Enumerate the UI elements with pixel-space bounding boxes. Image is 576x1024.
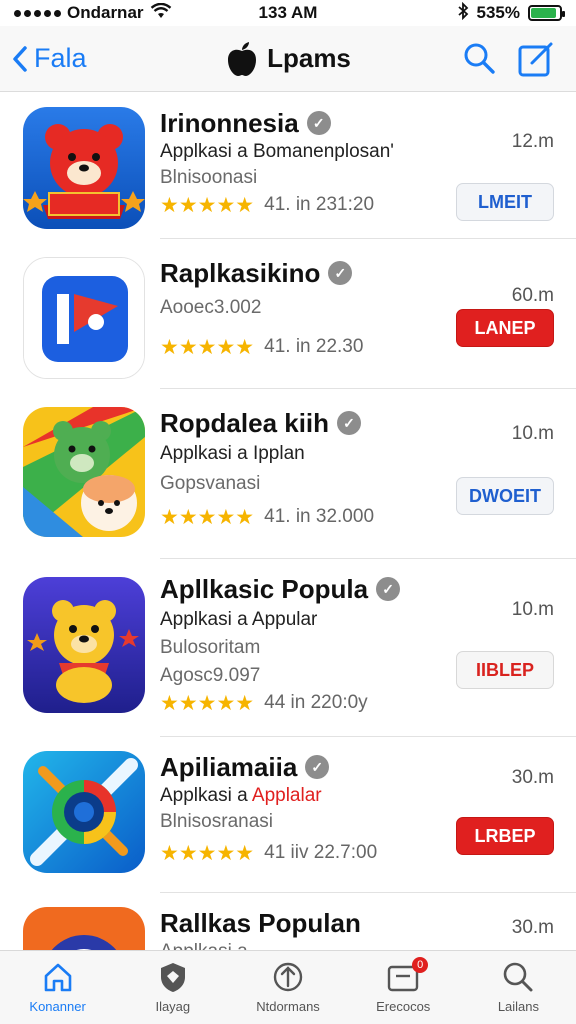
get-button[interactable]: IIBLEP bbox=[456, 651, 554, 689]
back-label: Fala bbox=[34, 43, 87, 73]
rating-text: 41. in 231:20 bbox=[264, 194, 375, 215]
search-icon[interactable] bbox=[462, 41, 496, 77]
app-name: Apllkasic Popula bbox=[160, 573, 369, 604]
app-icon-yellow-bear bbox=[23, 577, 145, 713]
list-item[interactable]: Irinonnesia ✓ Applkasi a Bomanenplosan' B… bbox=[0, 93, 576, 239]
rating-stars-icon: ★★★★★ bbox=[160, 335, 255, 359]
get-button[interactable]: LMEIT bbox=[456, 183, 554, 221]
get-button[interactable]: LRBEP bbox=[456, 817, 554, 855]
app-subtitle: Applkasi a Applalar bbox=[160, 783, 552, 809]
apple-logo-icon bbox=[228, 41, 257, 76]
tab-bar: Konanner Ilayag Ntdormans 0 Erecocos Lai… bbox=[0, 950, 576, 1024]
tab-label: Lailans bbox=[497, 999, 540, 1014]
list-item[interactable]: Apllkasic Popula ✓ Applkasi a Appular Bul… bbox=[0, 559, 576, 737]
app-icon-target bbox=[23, 907, 145, 950]
app-icon-play-flag bbox=[23, 257, 145, 379]
app-name: Apiliamaiia bbox=[160, 751, 298, 782]
signal-icon bbox=[14, 9, 61, 17]
page-title: Lpams bbox=[170, 41, 406, 77]
rating-stars-icon: ★★★★★ bbox=[160, 691, 255, 715]
app-size: 30.m bbox=[511, 767, 554, 788]
app-subtitle: Applkasi a Ipplan bbox=[160, 443, 305, 464]
updates-icon: 0 bbox=[387, 957, 429, 993]
rating-text: 41. in 32.000 bbox=[264, 506, 375, 527]
verified-badge-icon: ✓ bbox=[376, 577, 401, 601]
rating-stars-icon: ★★★★★ bbox=[160, 841, 255, 865]
app-name: Rallkas Populan bbox=[160, 907, 361, 938]
chevron-left-icon bbox=[13, 45, 27, 72]
get-button[interactable]: LANEP bbox=[456, 309, 554, 347]
list-item[interactable]: Raplkasikino ✓ Aooec3.002 ★★★★★ 41. in 22.… bbox=[0, 243, 576, 389]
tab-compass[interactable]: Ntdormans bbox=[230, 951, 345, 1024]
get-button[interactable]: DWOEIT bbox=[456, 477, 554, 515]
tab-shield[interactable]: Ilayag bbox=[115, 951, 230, 1024]
shield-icon bbox=[158, 961, 188, 993]
back-button[interactable]: Fala bbox=[0, 43, 170, 74]
row-divider bbox=[160, 238, 576, 239]
navigation-bar: Fala Lpams bbox=[0, 26, 576, 92]
app-subtitle: Applkasi a Appular bbox=[160, 609, 318, 630]
app-subtitle: Applkasi a bbox=[160, 939, 552, 950]
app-name: Ropdalea kiih bbox=[160, 407, 330, 438]
app-subtitle: Applkasi a Bomanenplosan' bbox=[160, 141, 394, 162]
app-size: 60.m bbox=[511, 285, 554, 306]
notification-badge: 0 bbox=[412, 957, 429, 973]
battery-icon bbox=[528, 5, 565, 21]
rating-stars-icon: ★★★★★ bbox=[160, 193, 255, 217]
list-item[interactable]: Rallkas Populan Applkasi a 30.m bbox=[0, 893, 576, 950]
app-icon-two-bears bbox=[23, 407, 145, 537]
tab-search[interactable]: Lailans bbox=[461, 951, 576, 1024]
app-subtitle-accent: Applalar bbox=[251, 785, 322, 806]
tab-home[interactable]: Konanner bbox=[0, 951, 115, 1024]
compose-icon[interactable] bbox=[518, 41, 554, 77]
tab-updates[interactable]: 0 Erecocos bbox=[346, 951, 461, 1024]
app-subtitle-prefix: Applkasi a bbox=[160, 785, 252, 806]
verified-badge-icon: ✓ bbox=[328, 261, 353, 285]
app-size: 12.m bbox=[511, 131, 554, 152]
tab-label: Ntdormans bbox=[256, 999, 320, 1014]
search-icon bbox=[502, 961, 534, 993]
app-size: 10.m bbox=[511, 423, 554, 444]
compass-icon bbox=[272, 961, 304, 993]
wifi-icon bbox=[150, 2, 172, 24]
carrier-label: Ondarnar bbox=[67, 3, 144, 22]
rating-stars-icon: ★★★★★ bbox=[160, 505, 255, 529]
home-icon bbox=[42, 961, 74, 993]
list-item[interactable]: Apiliamaiia ✓ Applkasi a Applalar Blnisos… bbox=[0, 737, 576, 893]
status-bar: Ondarnar 133 AM 535% bbox=[0, 0, 576, 26]
tab-label: Ilayag bbox=[155, 999, 191, 1014]
app-size: 10.m bbox=[511, 599, 554, 620]
battery-level bbox=[531, 8, 557, 18]
rating-text: 44 in 220:0y bbox=[264, 692, 368, 713]
row-divider bbox=[160, 388, 576, 389]
verified-badge-icon: ✓ bbox=[306, 111, 331, 135]
verified-badge-icon: ✓ bbox=[305, 755, 330, 779]
list-item[interactable]: Ropdalea kiih ✓ Applkasi a Ipplan Gopsvan… bbox=[0, 393, 576, 559]
rating-text: 41 iiv 22.7:00 bbox=[264, 842, 378, 863]
page-title-text: Lpams bbox=[267, 43, 351, 73]
bluetooth-icon bbox=[457, 1, 469, 25]
rating-text: 41. in 22.30 bbox=[264, 336, 364, 357]
app-size: 30.m bbox=[511, 917, 554, 938]
tab-label: Konanner bbox=[29, 999, 86, 1014]
app-icon-bear-badge bbox=[23, 107, 145, 229]
app-name: Irinonnesia bbox=[160, 107, 299, 138]
app-list: Irinonnesia ✓ Applkasi a Bomanenplosan' B… bbox=[0, 93, 576, 950]
battery-percent: 535% bbox=[476, 3, 520, 22]
app-icon-compass bbox=[23, 751, 145, 873]
verified-badge-icon: ✓ bbox=[337, 411, 362, 435]
app-name: Raplkasikino bbox=[160, 257, 321, 288]
tab-label: Erecocos bbox=[376, 999, 431, 1014]
